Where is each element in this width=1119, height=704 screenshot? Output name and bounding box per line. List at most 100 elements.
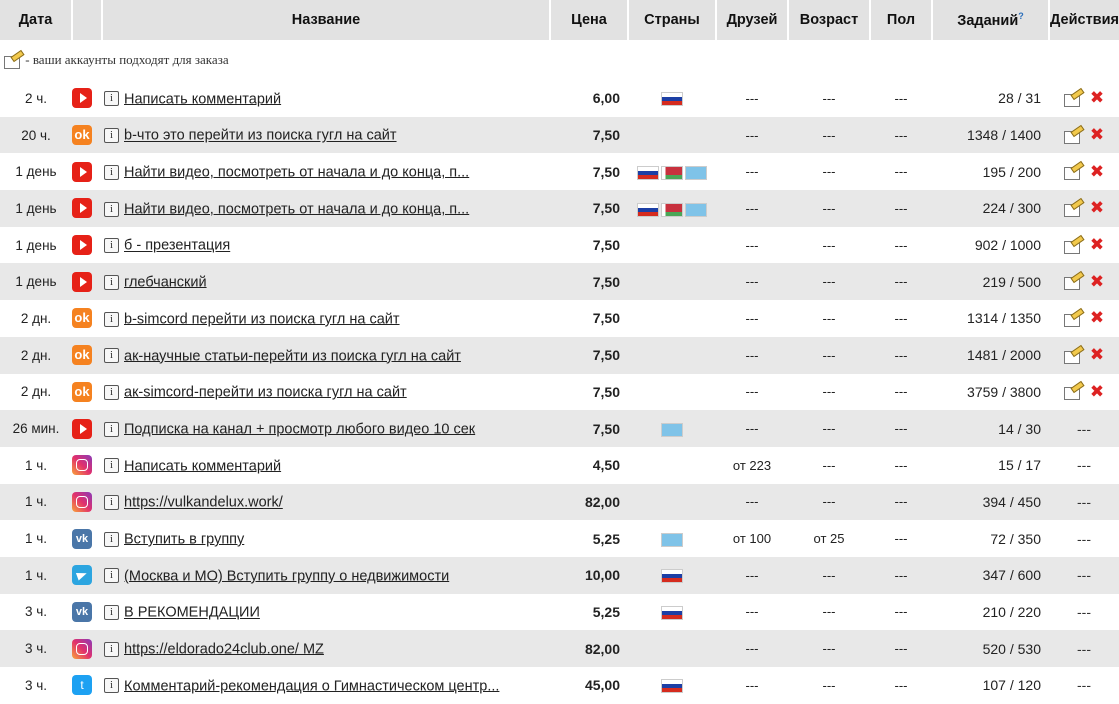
cell-date: 1 ч.: [0, 520, 72, 557]
flag-by-icon: [661, 165, 683, 180]
edit-icon[interactable]: [1063, 311, 1082, 327]
task-link[interactable]: Написать комментарий: [124, 458, 281, 474]
cell-tasks: 347 / 600: [932, 556, 1049, 594]
info-icon[interactable]: i: [104, 164, 119, 180]
task-link[interactable]: Комментарий-рекомендация о Гимнастическо…: [124, 678, 499, 694]
task-link[interactable]: Найти видео, посмотреть от начала и до к…: [124, 164, 469, 180]
info-icon[interactable]: i: [104, 201, 119, 217]
info-icon[interactable]: i: [104, 128, 119, 144]
delete-icon[interactable]: ✖: [1090, 162, 1104, 181]
header-date[interactable]: Дата: [0, 0, 73, 40]
task-link[interactable]: https://vulkandelux.work/: [124, 495, 283, 511]
info-icon[interactable]: i: [104, 91, 119, 107]
edit-icon[interactable]: [1063, 91, 1082, 107]
task-link[interactable]: Подписка на канал + просмотр любого виде…: [124, 421, 475, 437]
task-link[interactable]: b-simcord перейти из поиска гугл на сайт: [124, 311, 400, 327]
cell-friends: ---: [716, 153, 788, 191]
header-actions: Действия: [1049, 0, 1119, 40]
cell-friends: ---: [716, 373, 788, 411]
edit-icon[interactable]: [1063, 128, 1082, 144]
cell-countries: [628, 630, 716, 667]
ok-icon: ok: [72, 345, 92, 366]
header-service: [72, 0, 103, 40]
cell-service: vk: [72, 520, 102, 557]
task-link[interactable]: б - презентация: [124, 238, 230, 254]
delete-icon[interactable]: ✖: [1090, 345, 1104, 364]
task-link[interactable]: Вступить в группу: [124, 531, 244, 547]
info-icon[interactable]: i: [104, 311, 119, 327]
edit-icon[interactable]: [1063, 348, 1082, 364]
table-row: 26 мин. i Подписка на канал + просмотр люб…: [0, 410, 1119, 447]
cell-age: ---: [788, 483, 870, 521]
cell-date: 1 ч.: [0, 483, 72, 521]
info-icon[interactable]: i: [104, 348, 119, 364]
cell-friends: ---: [716, 116, 788, 154]
info-icon[interactable]: i: [104, 274, 119, 290]
header-name[interactable]: Название: [102, 0, 551, 40]
cell-price: 82,00: [550, 630, 628, 667]
info-icon[interactable]: i: [104, 678, 119, 694]
task-link[interactable]: https://eldorado24club.one/ MZ: [124, 641, 324, 657]
cell-date: 2 дн.: [0, 300, 72, 337]
cell-friends: от 100: [716, 520, 788, 557]
cell-date: 1 ч.: [0, 556, 72, 594]
edit-icon[interactable]: [1063, 384, 1082, 401]
vk-icon: vk: [72, 601, 92, 622]
task-link[interactable]: ак-научные статьи-перейти из поиска гугл…: [124, 348, 461, 364]
cell-friends: ---: [716, 80, 788, 117]
cell-name: i https://vulkandelux.work/: [102, 483, 550, 521]
delete-icon[interactable]: ✖: [1090, 272, 1104, 291]
help-icon[interactable]: ?: [1018, 11, 1024, 21]
delete-icon[interactable]: ✖: [1090, 88, 1104, 107]
cell-name: i глебчанский: [102, 263, 550, 301]
table-row: 1 день i Найти видео, посмотреть от начала…: [0, 190, 1119, 227]
cell-actions: ✖: [1049, 80, 1119, 117]
info-icon[interactable]: i: [104, 495, 119, 511]
edit-icon[interactable]: [1063, 201, 1082, 217]
cell-date: 3 ч.: [0, 630, 72, 667]
task-link[interactable]: В РЕКОМЕНДАЦИИ: [124, 605, 260, 621]
cell-sex: ---: [870, 300, 932, 337]
cell-actions: ✖: [1049, 226, 1119, 264]
info-icon[interactable]: i: [104, 568, 119, 584]
cell-sex: ---: [870, 226, 932, 264]
info-icon[interactable]: i: [104, 458, 119, 474]
cell-date: 1 день: [0, 263, 72, 301]
cell-date: 1 день: [0, 153, 72, 191]
info-icon[interactable]: i: [104, 384, 119, 400]
task-link[interactable]: b-что это перейти из поиска гугл на сайт: [124, 128, 397, 144]
flag-ru-icon: [661, 606, 683, 621]
info-icon[interactable]: i: [104, 421, 119, 437]
edit-icon[interactable]: [1063, 164, 1082, 181]
delete-icon[interactable]: ✖: [1090, 382, 1104, 401]
task-link[interactable]: ак-simcord-перейти из поиска гугл на сай…: [124, 384, 407, 400]
cell-age: ---: [788, 80, 870, 117]
header-price[interactable]: Цена: [550, 0, 629, 40]
task-link[interactable]: Написать комментарий: [124, 91, 281, 107]
cell-countries: [628, 483, 716, 521]
cell-age: ---: [788, 300, 870, 337]
youtube-icon: [72, 271, 92, 292]
delete-icon[interactable]: ✖: [1090, 198, 1104, 217]
cell-tasks: 28 / 31: [932, 80, 1049, 117]
delete-icon[interactable]: ✖: [1090, 308, 1104, 327]
info-icon[interactable]: i: [104, 531, 119, 547]
cell-sex: ---: [870, 373, 932, 411]
header-tasks[interactable]: Заданий?: [932, 0, 1050, 40]
delete-icon[interactable]: ✖: [1090, 235, 1104, 254]
task-link[interactable]: (Москва и МО) Вступить группу о недвижим…: [124, 568, 449, 584]
task-link[interactable]: глебчанский: [124, 274, 207, 290]
cell-actions: ---: [1049, 410, 1119, 447]
info-icon[interactable]: i: [104, 238, 119, 254]
actions-empty: ---: [1077, 603, 1091, 620]
actions-empty: ---: [1077, 457, 1091, 474]
info-icon[interactable]: i: [104, 641, 119, 657]
cell-date: 26 мин.: [0, 410, 72, 447]
cell-age: ---: [788, 336, 870, 374]
edit-icon[interactable]: [1063, 274, 1082, 291]
task-link[interactable]: Найти видео, посмотреть от начала и до к…: [124, 201, 469, 217]
info-icon[interactable]: i: [104, 605, 119, 621]
cell-price: 7,50: [550, 153, 628, 191]
edit-icon[interactable]: [1063, 238, 1082, 254]
delete-icon[interactable]: ✖: [1090, 125, 1104, 144]
